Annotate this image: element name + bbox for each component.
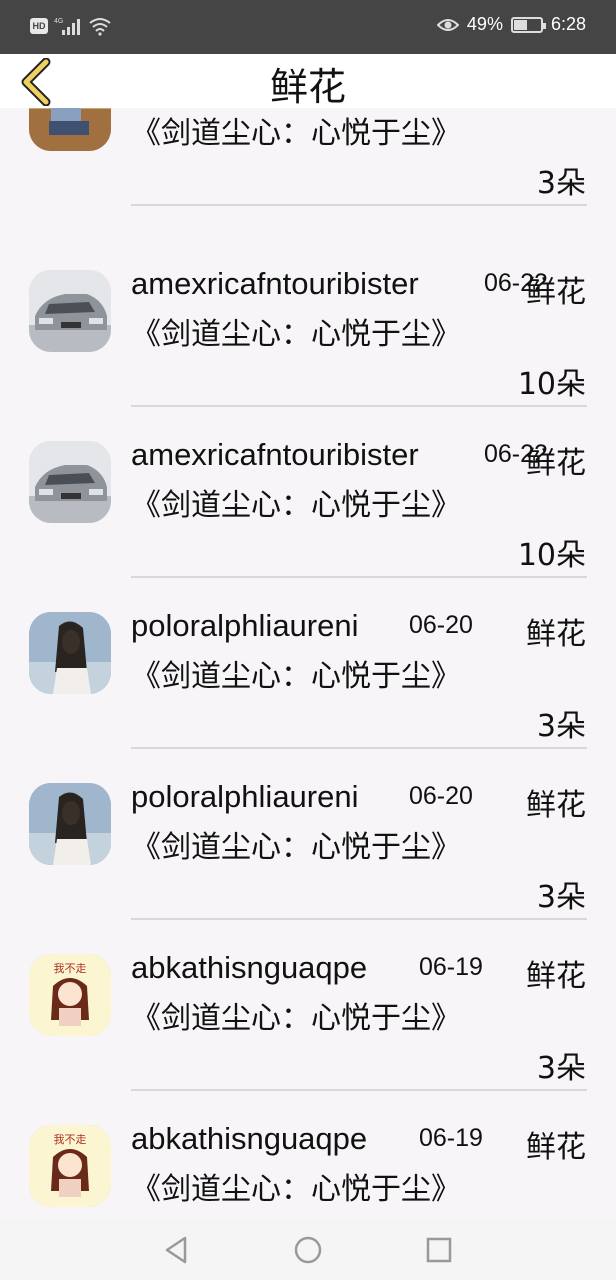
gift-type: 鲜花: [526, 1130, 586, 1165]
screen: rouwrblokol 06-24 鲜花 《剑道尘心：心悦于尘》 3朵 amex…: [0, 0, 616, 1280]
status-bar: HD 4G 49% 6:28: [0, 0, 616, 54]
nav-back-button[interactable]: [161, 1234, 193, 1266]
gift-date: 06-20: [409, 611, 473, 639]
title-bar: 鲜花: [0, 54, 616, 109]
gift-date: 06-19: [419, 953, 483, 981]
avatar-caption: 我不走: [54, 1133, 87, 1146]
wifi-icon: [89, 18, 111, 36]
book-title: 《剑道尘心：心悦于尘》: [131, 659, 461, 694]
avatar[interactable]: [29, 270, 111, 352]
status-time: 6:28: [550, 14, 586, 34]
triangle-back-icon: [165, 1236, 187, 1264]
gift-date: 06-20: [409, 782, 473, 810]
gift-type: 鲜花: [526, 617, 586, 652]
avatar[interactable]: [29, 441, 111, 523]
book-title: 《剑道尘心：心悦于尘》: [131, 1001, 461, 1036]
user-name: poloralphliaureni: [131, 779, 359, 814]
avatar[interactable]: 我不走: [29, 954, 111, 1036]
gift-type: 鲜花: [526, 275, 586, 310]
gift-type: 鲜花: [526, 959, 586, 994]
list-item[interactable]: 我不走 abkathisnguaqpe 06-19 鲜花 《剑道尘心：心悦于尘》…: [0, 1066, 616, 1262]
book-title: 《剑道尘心：心悦于尘》: [131, 317, 461, 352]
avatar-caption: 我不走: [54, 962, 87, 975]
avatar[interactable]: [29, 612, 111, 694]
gift-type: 鲜花: [526, 446, 586, 481]
battery-icon: [510, 16, 546, 33]
book-title: 《剑道尘心：心悦于尘》: [131, 830, 461, 865]
list-item[interactable]: amexricafntouribister 06-22 鲜花 《剑道尘心：心悦于…: [0, 211, 616, 407]
list-item[interactable]: 我不走 abkathisnguaqpe 06-19 鲜花 《剑道尘心：心悦于尘》…: [0, 895, 616, 1091]
user-name: abkathisnguaqpe: [131, 950, 368, 985]
gift-date: 06-19: [419, 1124, 483, 1152]
list-item[interactable]: poloralphliaureni 06-20 鲜花 《剑道尘心：心悦于尘》 3…: [0, 553, 616, 749]
list-item[interactable]: poloralphliaureni 06-20 鲜花 《剑道尘心：心悦于尘》 3…: [0, 724, 616, 920]
nav-recents-button[interactable]: [423, 1234, 455, 1266]
gift-count: 3朵: [536, 166, 586, 201]
user-name: abkathisnguaqpe: [131, 1121, 368, 1156]
user-name: amexricafntouribister: [131, 437, 419, 472]
hd-icon: HD: [30, 18, 48, 34]
avatar[interactable]: 我不走: [29, 1125, 111, 1207]
gift-type: 鲜花: [526, 788, 586, 823]
circle-home-icon: [294, 1236, 322, 1264]
page-title: 鲜花: [269, 65, 346, 109]
user-name: amexricafntouribister: [131, 266, 419, 301]
gift-list[interactable]: rouwrblokol 06-24 鲜花 《剑道尘心：心悦于尘》 3朵 amex…: [0, 40, 616, 1262]
system-nav-bar: [0, 1220, 616, 1280]
eye-icon: [436, 18, 459, 31]
avatar[interactable]: [29, 783, 111, 865]
book-title: 《剑道尘心：心悦于尘》: [131, 1172, 461, 1207]
square-recents-icon: [426, 1237, 452, 1263]
svg-text:4G: 4G: [54, 18, 63, 25]
divider: [131, 204, 587, 206]
list-item[interactable]: amexricafntouribister 06-22 鲜花 《剑道尘心：心悦于…: [0, 382, 616, 578]
nav-home-button[interactable]: [292, 1234, 324, 1266]
battery-percent: 49%: [466, 14, 503, 34]
user-name: poloralphliaureni: [131, 608, 359, 643]
book-title: 《剑道尘心：心悦于尘》: [131, 116, 461, 151]
book-title: 《剑道尘心：心悦于尘》: [131, 488, 461, 523]
signal-icon: 4G: [54, 18, 80, 35]
